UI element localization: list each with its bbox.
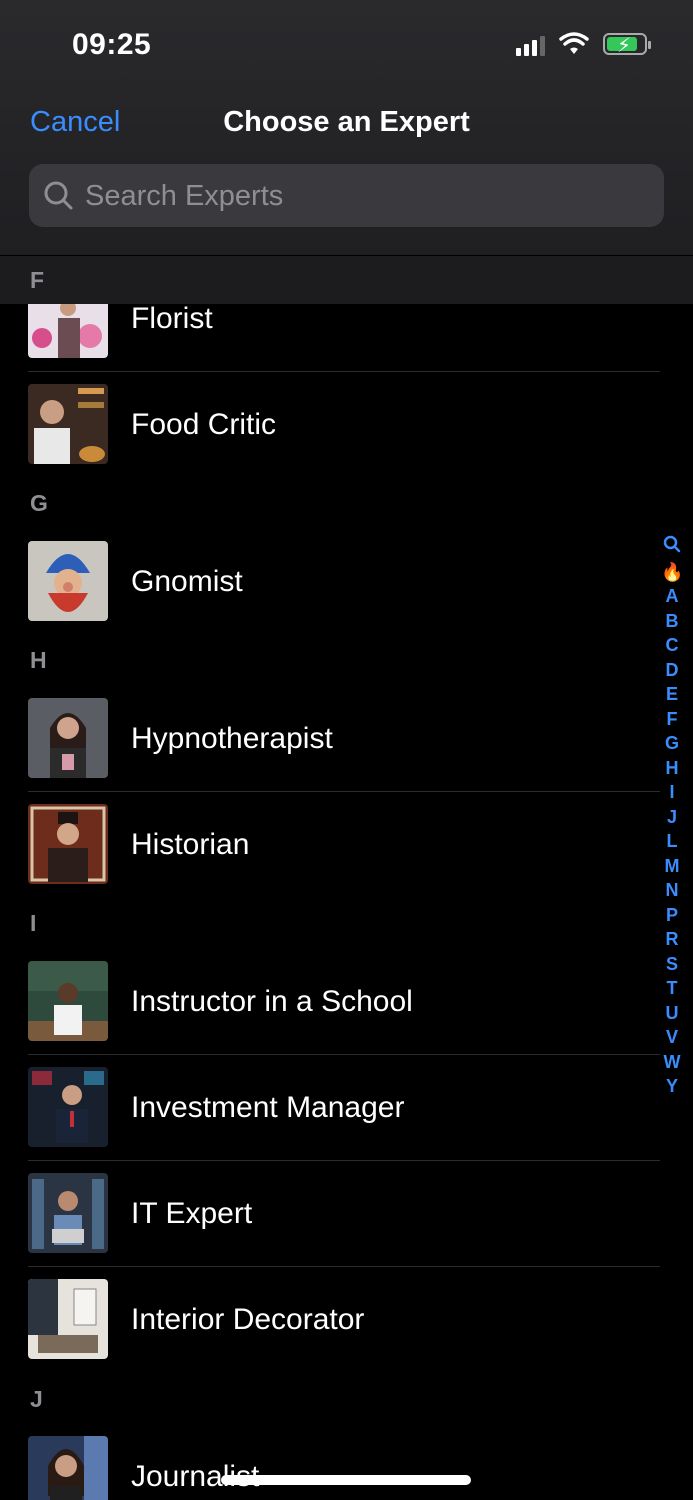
expert-avatar [28,1436,108,1500]
search-icon [44,181,73,210]
index-letter-u[interactable]: U [661,1001,683,1026]
expert-list[interactable]: Florist Food Critic G Gnomist H Hypnothe… [0,304,693,1500]
wifi-icon [559,32,589,54]
index-letter-t[interactable]: T [661,976,683,1001]
list-item-investment-manager[interactable]: Investment Manager [0,1055,660,1161]
section-header-g: G [30,490,48,516]
expert-name: Journalist [131,1460,260,1493]
expert-name: IT Expert [131,1197,253,1230]
index-letter-j[interactable]: J [661,805,683,830]
index-letter-y[interactable]: Y [661,1074,683,1099]
expert-avatar [28,698,108,778]
expert-avatar [28,304,108,358]
list-item-it-expert[interactable]: IT Expert [0,1161,660,1267]
home-indicator [221,1475,471,1485]
index-letter-c[interactable]: C [661,633,683,658]
expert-avatar [28,804,108,884]
list-item-florist[interactable]: Florist [0,304,660,372]
index-letter-i[interactable]: I [661,780,683,805]
section-header-j: J [30,1386,43,1412]
list-item-gnomist[interactable]: Gnomist [0,529,660,635]
index-letter-r[interactable]: R [661,927,683,952]
expert-name: Food Critic [131,408,277,441]
index-letter-w[interactable]: W [661,1050,683,1075]
cellular-signal-icon [516,32,545,56]
index-letter-b[interactable]: B [661,609,683,634]
list-item-hypnotherapist[interactable]: Hypnotherapist [0,686,660,792]
index-letters: ABCDEFGHIJLMNPRSTUVWY [661,584,683,1099]
expert-name: Interior Decorator [131,1303,365,1336]
list-item-food-critic[interactable]: Food Critic [0,372,660,478]
page-title: Choose an Expert [223,106,470,138]
expert-name: Investment Manager [131,1091,405,1124]
expert-avatar [28,541,108,621]
battery-icon: ⚡ [603,33,651,57]
section-header-h: H [30,647,47,673]
index-letter-f[interactable]: F [661,707,683,732]
index-letter-d[interactable]: D [661,658,683,683]
expert-name: Hypnotherapist [131,722,333,755]
index-letter-s[interactable]: S [661,952,683,977]
expert-avatar [28,961,108,1041]
status-icons: ⚡ [516,32,651,57]
section-header-i: I [30,910,37,936]
expert-name: Gnomist [131,565,243,598]
index-letter-m[interactable]: M [661,854,683,879]
index-search-icon[interactable] [661,535,683,560]
expert-avatar [28,1067,108,1147]
search-bar[interactable] [29,164,664,229]
section-index[interactable]: 🔥 ABCDEFGHIJLMNPRSTUVWY [661,535,683,1099]
status-time: 09:25 [72,28,152,61]
index-letter-p[interactable]: P [661,903,683,928]
expert-name: Instructor in a School [131,985,413,1018]
search-input[interactable] [83,164,647,229]
expert-name: Historian [131,828,250,861]
index-letter-e[interactable]: E [661,682,683,707]
index-letter-g[interactable]: G [661,731,683,756]
expert-avatar [28,1173,108,1253]
index-letter-l[interactable]: L [661,829,683,854]
index-letter-a[interactable]: A [661,584,683,609]
list-item-instructor[interactable]: Instructor in a School [0,949,660,1055]
index-letter-h[interactable]: H [661,756,683,781]
list-item-interior-decorator[interactable]: Interior Decorator [0,1267,660,1373]
index-letter-v[interactable]: V [661,1025,683,1050]
index-letter-n[interactable]: N [661,878,683,903]
section-header-sticky: F [0,256,693,304]
expert-avatar [28,384,108,464]
header: 09:25 ⚡ Cancel Choose an Expert [0,0,693,255]
index-fire-icon[interactable]: 🔥 [661,560,683,585]
expert-name: Florist [131,304,213,335]
expert-avatar [28,1279,108,1359]
list-item-journalist[interactable]: Journalist [0,1424,660,1500]
list-item-historian[interactable]: Historian [0,792,660,898]
